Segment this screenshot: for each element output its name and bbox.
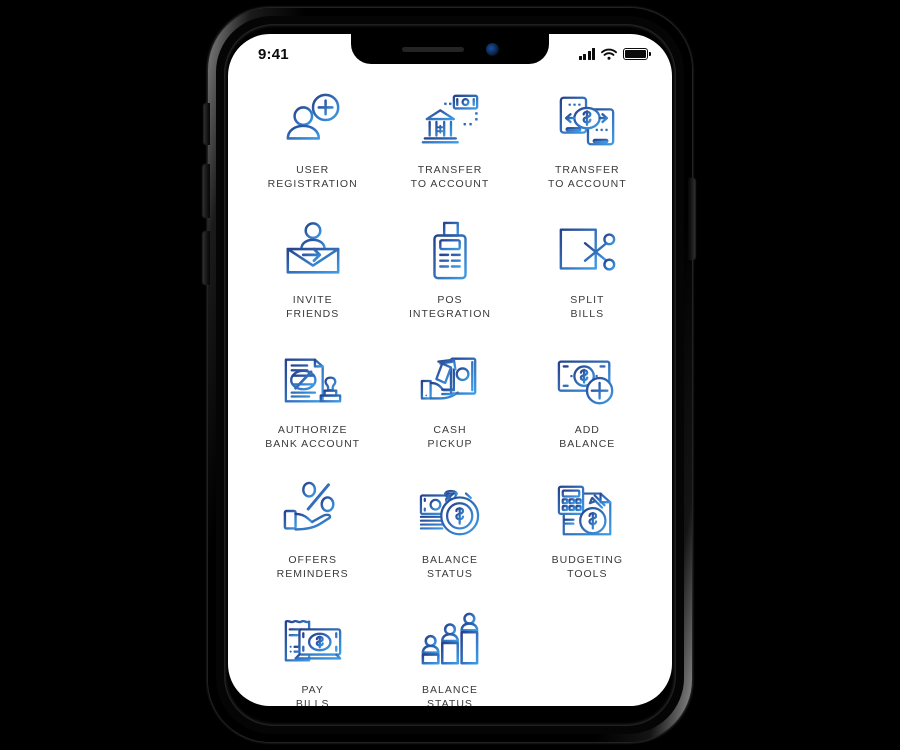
grid-item-label: USER REGISTRATION: [267, 164, 358, 190]
grid-item-transfer-to-account[interactable]: TRANSFER TO ACCOUNT: [381, 82, 518, 212]
grid-item-split-bills[interactable]: SPLIT BILLS: [519, 212, 656, 342]
notch: [351, 34, 549, 64]
grid-item-label: TRANSFER TO ACCOUNT: [547, 164, 627, 190]
grid-item-offers-reminders[interactable]: OFFERS REMINDERS: [244, 472, 381, 602]
earpiece-speaker-icon: [401, 46, 464, 52]
grid-item-budgeting-tools[interactable]: BUDGETING TOOLS: [519, 472, 656, 602]
volume-up-button[interactable]: [203, 164, 210, 218]
money-bag-icon: [414, 478, 486, 544]
grid-item-balance-status-chart[interactable]: BALANCE STATUS: [381, 602, 518, 706]
status-indicators: [578, 48, 651, 60]
grid-item-label: ADD BALANCE: [559, 424, 616, 450]
grid-item-balance-status[interactable]: BALANCE STATUS: [381, 472, 518, 602]
hand-percent-icon: [277, 478, 349, 544]
grid-item-label: INVITE FRIENDS: [286, 294, 340, 320]
grid-item-label: PAY BILLS: [295, 684, 330, 706]
grid-item-add-balance[interactable]: ADD BALANCE: [519, 342, 656, 472]
battery-full-icon: [623, 48, 651, 60]
grid-item-label: AUTHORIZE BANK ACCOUNT: [265, 424, 361, 450]
screenshot-stage: 9:41 USER REGISTRATION TRANSFER TO ACCOU…: [0, 0, 900, 750]
grid-item-invite-friends[interactable]: INVITE FRIENDS: [244, 212, 381, 342]
grid-item-authorize-bank-account[interactable]: AUTHORIZE BANK ACCOUNT: [244, 342, 381, 472]
grid-item-label: TRANSFER TO ACCOUNT: [410, 164, 490, 190]
invoice-money-icon: [277, 608, 349, 674]
scissors-cut-icon: [551, 218, 623, 284]
grid-item-label: OFFERS REMINDERS: [276, 554, 349, 580]
grid-item-label: BUDGETING TOOLS: [551, 554, 624, 580]
hand-cash-icon: [414, 348, 486, 414]
grid-item-transfer-to-account-mobile[interactable]: TRANSFER TO ACCOUNT: [519, 82, 656, 212]
grid-item-label: BALANCE STATUS: [421, 684, 478, 706]
feature-icon-grid: USER REGISTRATION TRANSFER TO ACCOUNT TR…: [228, 76, 672, 706]
phone-screen: 9:41 USER REGISTRATION TRANSFER TO ACCOU…: [228, 34, 672, 706]
grid-item-cash-pickup[interactable]: CASH PICKUP: [381, 342, 518, 472]
invite-envelope-icon: [277, 218, 349, 284]
banknote-plus-icon: [551, 348, 623, 414]
user-add-icon: [277, 88, 349, 154]
power-button[interactable]: [688, 178, 695, 260]
grid-item-label: CASH PICKUP: [427, 424, 473, 450]
grid-item-pos-integration[interactable]: POS INTEGRATION: [381, 212, 518, 342]
volume-down-button[interactable]: [203, 231, 210, 285]
pos-terminal-icon: [414, 218, 486, 284]
silent-switch-button[interactable]: [204, 103, 210, 145]
grid-item-label: BALANCE STATUS: [421, 554, 478, 580]
front-camera-icon: [485, 42, 499, 56]
signal-bars-icon: [578, 48, 595, 60]
grid-item-pay-bills[interactable]: PAY BILLS: [244, 602, 381, 706]
wifi-icon: [601, 48, 617, 60]
grid-item-user-registration[interactable]: USER REGISTRATION: [244, 82, 381, 212]
mobile-transfer-icon: [551, 88, 623, 154]
bank-transfer-icon: [414, 88, 486, 154]
status-time: 9:41: [258, 45, 289, 63]
document-stamp-icon: [277, 348, 349, 414]
grid-item-label: SPLIT BILLS: [570, 294, 605, 320]
people-bar-chart-icon: [414, 608, 486, 674]
calculator-doc-icon: [551, 478, 623, 544]
grid-item-label: POS INTEGRATION: [409, 294, 491, 320]
